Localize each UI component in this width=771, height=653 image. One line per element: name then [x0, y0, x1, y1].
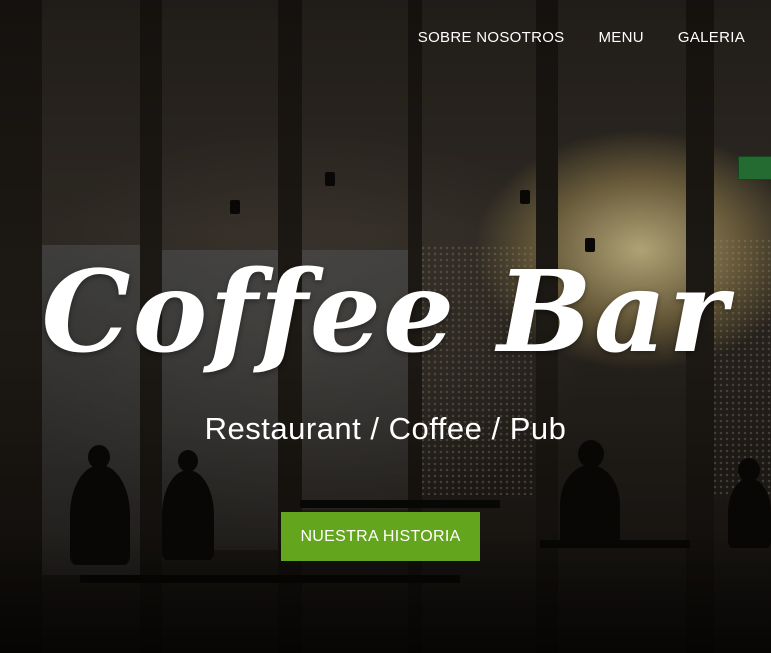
main-nav: SOBRE NOSOTROS MENU GALERIA — [418, 29, 745, 46]
hero-title: Coffee Bar — [41, 247, 730, 378]
hero-section: SOBRE NOSOTROS MENU GALERIA Coffee Bar R… — [0, 0, 771, 653]
nav-item-menu[interactable]: MENU — [599, 29, 644, 46]
hero-subtitle: Restaurant / Coffee / Pub — [204, 411, 567, 446]
nav-item-galeria[interactable]: GALERIA — [678, 29, 745, 46]
nuestra-historia-button[interactable]: NUESTRA HISTORIA — [281, 512, 480, 561]
nav-item-sobre-nosotros[interactable]: SOBRE NOSOTROS — [418, 29, 565, 46]
